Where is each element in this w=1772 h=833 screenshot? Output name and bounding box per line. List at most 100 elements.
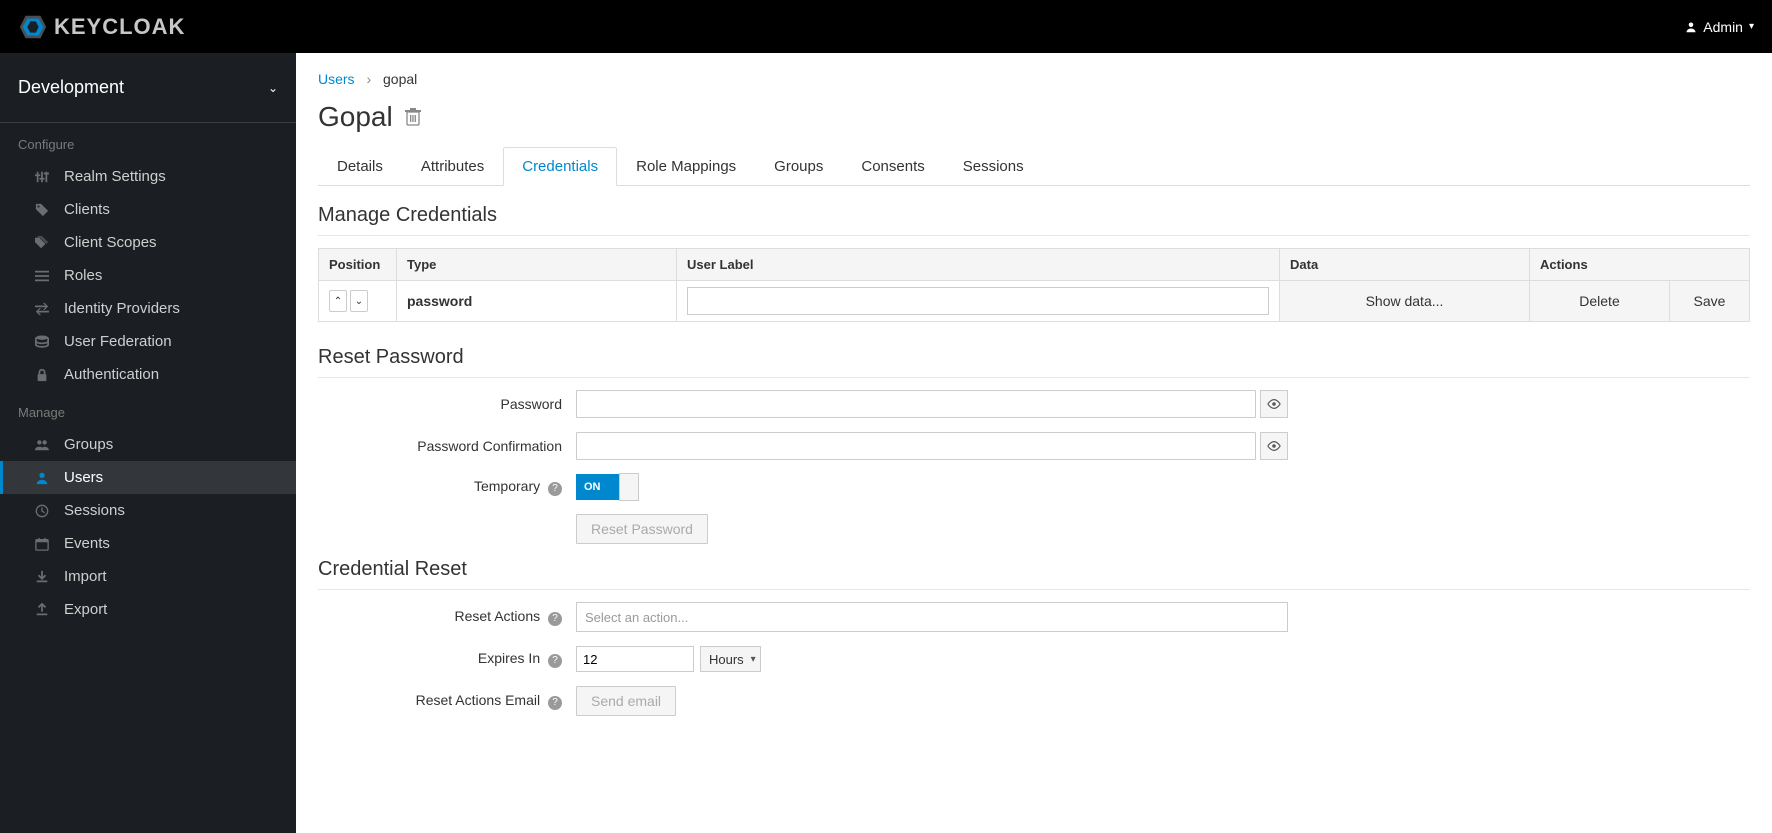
toggle-password-visibility[interactable] — [1260, 390, 1288, 418]
tabs: Details Attributes Credentials Role Mapp… — [318, 147, 1750, 186]
eye-icon — [1267, 397, 1281, 411]
sidebar-item-label: Sessions — [64, 502, 125, 519]
tags-icon — [34, 235, 50, 251]
chevron-down-icon: ▾ — [1749, 21, 1754, 32]
tab-consents[interactable]: Consents — [842, 147, 943, 186]
breadcrumb-current: gopal — [383, 71, 417, 87]
sliders-icon — [34, 169, 50, 185]
temporary-label: Temporary ? — [318, 478, 576, 496]
realm-selector[interactable]: Development ⌄ — [0, 53, 296, 123]
password-input[interactable] — [576, 390, 1256, 418]
temporary-toggle[interactable]: ON — [576, 474, 638, 500]
sidebar-item-label: Clients — [64, 201, 110, 218]
sidebar-item-roles[interactable]: Roles — [0, 259, 296, 292]
col-data: Data — [1280, 249, 1530, 281]
page-title: Gopal — [318, 101, 1750, 133]
brand-text: KEYCLOAK — [54, 14, 185, 40]
clock-icon — [34, 503, 50, 519]
breadcrumb-sep: › — [366, 71, 371, 87]
upload-icon — [34, 602, 50, 618]
credentials-table: Position Type User Label Data Actions ⌃ … — [318, 248, 1750, 322]
credential-row: ⌃ ⌄ password Show data... Delete Save — [319, 281, 1750, 322]
user-label-input[interactable] — [687, 287, 1269, 315]
sidebar-item-realm-settings[interactable]: Realm Settings — [0, 160, 296, 193]
tab-sessions[interactable]: Sessions — [944, 147, 1043, 186]
tag-icon — [34, 202, 50, 218]
sidebar-item-authentication[interactable]: Authentication — [0, 358, 296, 391]
exchange-icon — [34, 301, 50, 317]
user-icon — [1685, 21, 1697, 33]
brand-logo[interactable]: KEYCLOAK — [18, 12, 185, 42]
sidebar-item-label: Authentication — [64, 366, 159, 383]
reset-actions-select[interactable]: Select an action... — [576, 602, 1288, 632]
tab-groups[interactable]: Groups — [755, 147, 842, 186]
list-icon — [34, 268, 50, 284]
sidebar-item-client-scopes[interactable]: Client Scopes — [0, 226, 296, 259]
tab-role-mappings[interactable]: Role Mappings — [617, 147, 755, 186]
help-icon[interactable]: ? — [548, 482, 562, 496]
toggle-confirm-visibility[interactable] — [1260, 432, 1288, 460]
sidebar-item-users[interactable]: Users — [0, 461, 296, 494]
expires-label: Expires In ? — [318, 650, 576, 668]
trash-icon — [405, 108, 421, 126]
credential-type: password — [407, 293, 472, 309]
sidebar-item-import[interactable]: Import — [0, 560, 296, 593]
reset-actions-email-label: Reset Actions Email ? — [318, 692, 576, 710]
move-down-button[interactable]: ⌄ — [350, 290, 368, 312]
reset-password-title: Reset Password — [318, 346, 1750, 378]
unit-label: Hours — [709, 652, 744, 667]
sidebar-item-label: Export — [64, 601, 107, 618]
col-user-label: User Label — [677, 249, 1280, 281]
sidebar-item-label: Users — [64, 469, 103, 486]
calendar-icon — [34, 536, 50, 552]
help-icon[interactable]: ? — [548, 696, 562, 710]
credential-reset-title: Credential Reset — [318, 558, 1750, 590]
save-credential-button[interactable]: Save — [1694, 293, 1726, 309]
sidebar-item-label: Client Scopes — [64, 234, 157, 251]
user-name: Admin — [1703, 19, 1743, 35]
sidebar-item-label: Realm Settings — [64, 168, 166, 185]
sidebar-item-user-federation[interactable]: User Federation — [0, 325, 296, 358]
delete-credential-button[interactable]: Delete — [1579, 293, 1619, 309]
reset-password-button[interactable]: Reset Password — [576, 514, 708, 544]
expires-value-input[interactable] — [576, 646, 694, 672]
show-data-button[interactable]: Show data... — [1366, 293, 1444, 309]
help-icon[interactable]: ? — [548, 654, 562, 668]
reset-actions-label: Reset Actions ? — [318, 608, 576, 626]
chevron-down-icon: ⌄ — [268, 81, 278, 95]
password-label: Password — [318, 396, 576, 412]
lock-icon — [34, 367, 50, 383]
sidebar-item-events[interactable]: Events — [0, 527, 296, 560]
tab-attributes[interactable]: Attributes — [402, 147, 503, 186]
help-icon[interactable]: ? — [548, 612, 562, 626]
page-title-text: Gopal — [318, 101, 393, 133]
send-email-button[interactable]: Send email — [576, 686, 676, 716]
sidebar-item-label: Import — [64, 568, 107, 585]
realm-name: Development — [18, 77, 124, 98]
sidebar-item-groups[interactable]: Groups — [0, 428, 296, 461]
tab-credentials[interactable]: Credentials — [503, 147, 617, 186]
breadcrumb-parent[interactable]: Users — [318, 71, 355, 87]
move-up-button[interactable]: ⌃ — [329, 290, 347, 312]
user-icon — [34, 470, 50, 486]
delete-user-button[interactable] — [405, 101, 421, 133]
user-dropdown[interactable]: Admin ▾ — [1685, 19, 1754, 35]
main-content: Users › gopal Gopal Details Attributes C… — [296, 53, 1772, 833]
col-type: Type — [397, 249, 677, 281]
sidebar-item-identity-providers[interactable]: Identity Providers — [0, 292, 296, 325]
sidebar: Development ⌄ Configure Realm Settings C… — [0, 53, 296, 833]
col-position: Position — [319, 249, 397, 281]
topbar: KEYCLOAK Admin ▾ — [0, 0, 1772, 53]
sidebar-item-export[interactable]: Export — [0, 593, 296, 626]
sidebar-item-clients[interactable]: Clients — [0, 193, 296, 226]
section-configure: Configure — [0, 123, 296, 160]
password-confirm-input[interactable] — [576, 432, 1256, 460]
users-icon — [34, 437, 50, 453]
toggle-on-label: ON — [576, 481, 601, 493]
placeholder-text: Select an action... — [585, 610, 688, 625]
section-manage: Manage — [0, 391, 296, 428]
sidebar-item-sessions[interactable]: Sessions — [0, 494, 296, 527]
tab-details[interactable]: Details — [318, 147, 402, 186]
expires-unit-select[interactable]: Hours — [700, 646, 761, 672]
sidebar-item-label: User Federation — [64, 333, 172, 350]
